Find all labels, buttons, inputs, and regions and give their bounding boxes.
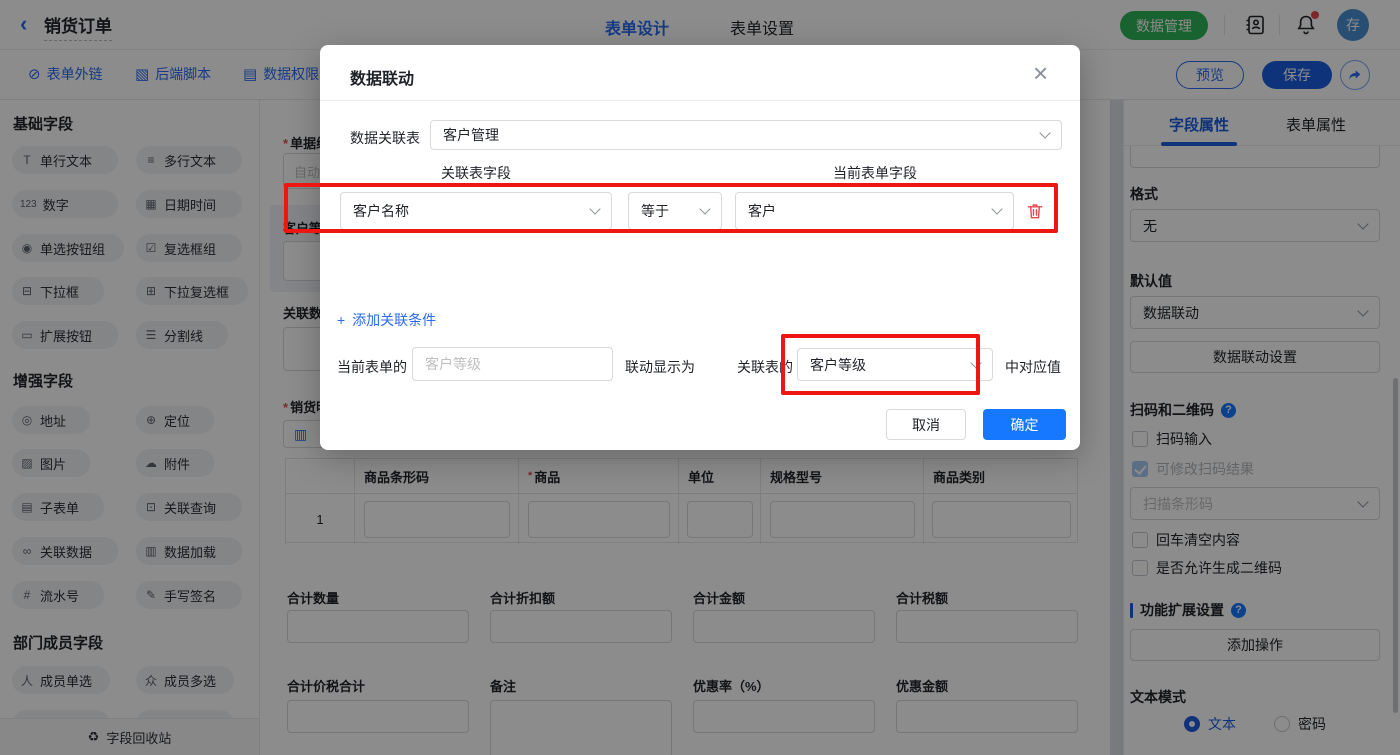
col-header-linked-field: 关联表字段	[441, 163, 511, 183]
linked-table-prefix: 关联表的	[737, 357, 793, 377]
chevron-down-icon	[699, 203, 710, 214]
plus-icon: +	[337, 312, 345, 328]
close-icon[interactable]: ×	[1033, 60, 1048, 86]
linked-field-select[interactable]: 客户等级	[797, 348, 993, 381]
display-as-label: 联动显示为	[625, 357, 695, 377]
app: ‹ 销货订单 表单设计 表单设置 数据管理 存 ⊘表单外链 ▧后端脚本 ▤数据权…	[0, 0, 1400, 755]
current-field-input[interactable]	[412, 347, 613, 381]
delete-condition-icon[interactable]	[1025, 201, 1045, 226]
add-condition-link[interactable]: +添加关联条件	[337, 310, 436, 330]
confirm-button[interactable]: 确定	[983, 409, 1066, 440]
condition-field-select[interactable]: 客户名称	[340, 192, 612, 230]
chevron-down-icon	[991, 203, 1002, 214]
condition-operator-select[interactable]: 等于	[628, 192, 722, 230]
linked-table-select[interactable]: 客户管理	[430, 120, 1062, 150]
current-form-prefix: 当前表单的	[337, 357, 407, 377]
suffix-label: 中对应值	[1005, 357, 1061, 377]
col-header-current-field: 当前表单字段	[833, 163, 917, 183]
table-select-label: 数据关联表	[350, 128, 420, 148]
data-linkage-modal: 数据联动 × 数据关联表 客户管理 关联表字段 当前表单字段 客户名称 等于 客…	[320, 45, 1080, 450]
chevron-down-icon	[970, 357, 981, 368]
condition-target-select[interactable]: 客户	[735, 192, 1014, 230]
modal-header-divider	[320, 100, 1080, 101]
cancel-button[interactable]: 取消	[886, 409, 966, 440]
modal-title: 数据联动	[350, 65, 414, 89]
chevron-down-icon	[589, 203, 600, 214]
chevron-down-icon	[1039, 127, 1050, 138]
